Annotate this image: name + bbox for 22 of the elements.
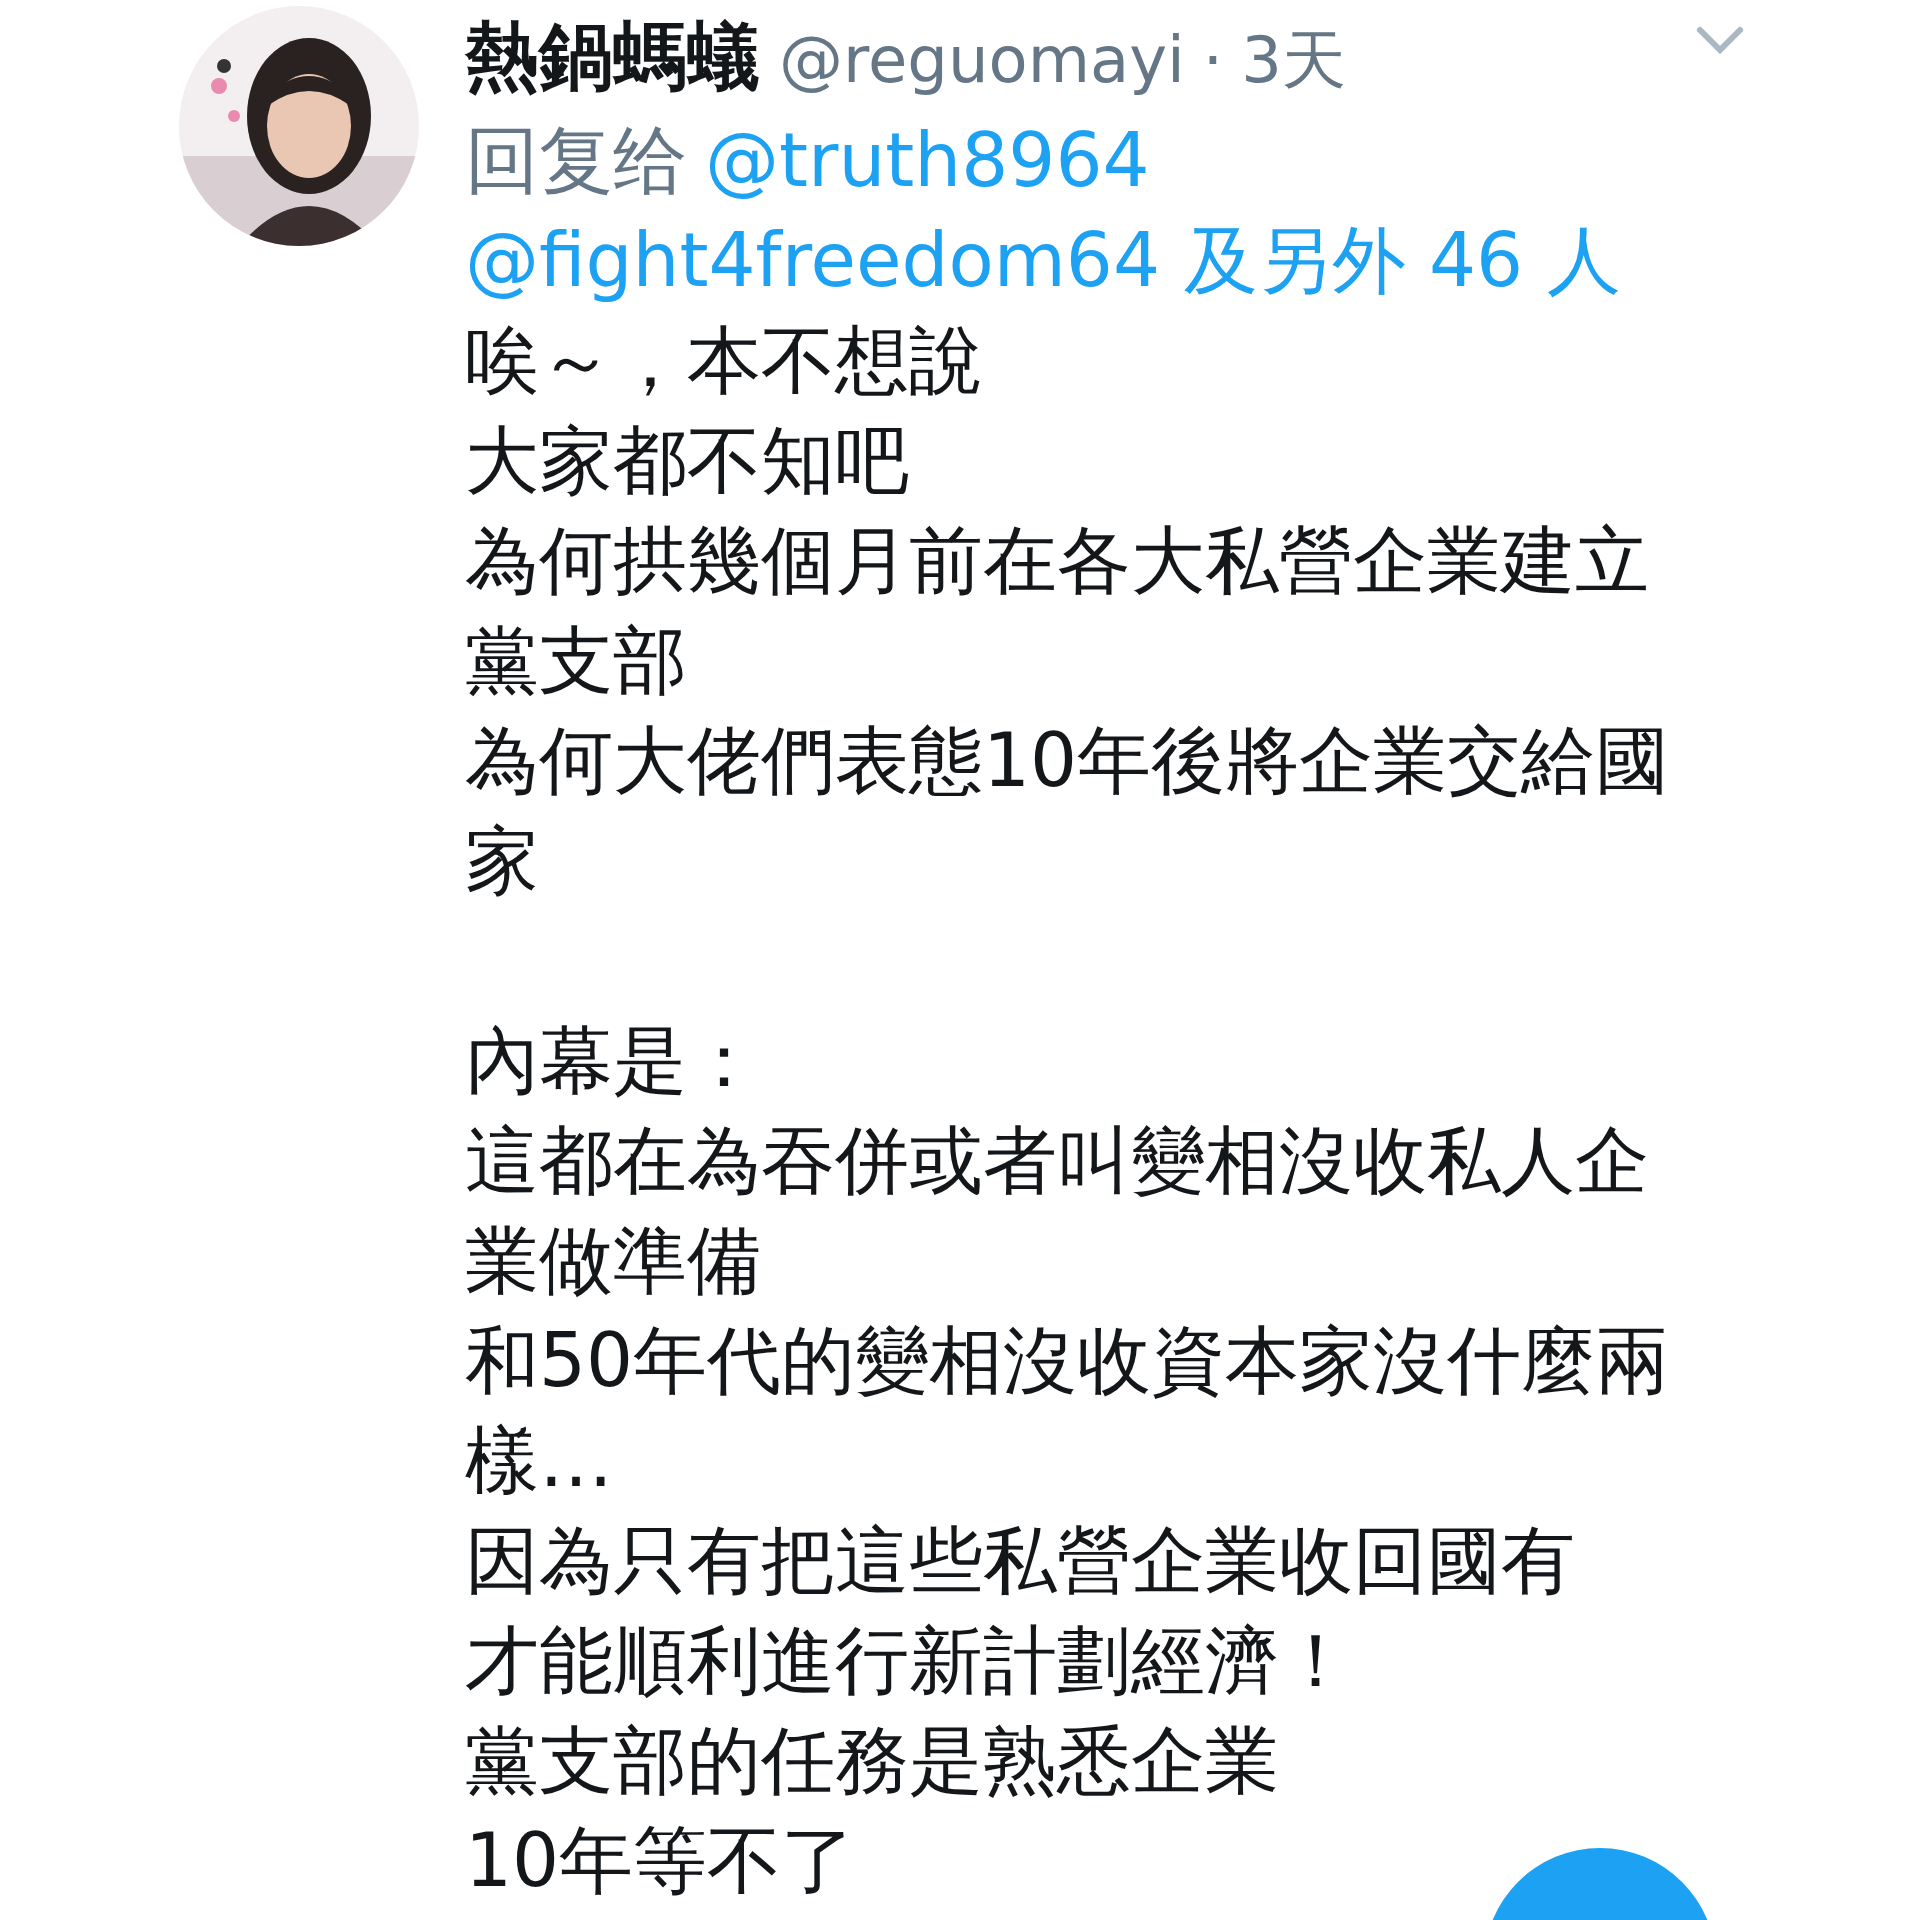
tweet-text-line: 黨支部 [465,616,687,705]
reply-label: 回复给 [465,116,687,205]
user-name[interactable]: 熱鍋螞蟻 [465,6,761,106]
tweet-text-line: 10年等不了 [465,1816,856,1905]
tweet-text-line: 因為只有把這些私營企業收回國有 [465,1516,1575,1605]
timestamp: 3天 [1241,22,1346,99]
tweet-text-line: 為何拱幾個月前在各大私營企業建立 [465,516,1649,605]
mention-link[interactable]: @fight4freedom64 及另外 46 人 [465,210,1621,310]
tweet-text-line: 內幕是： [465,1016,761,1105]
mention-link[interactable]: @truth8964 [705,110,1150,210]
tweet-text-line: 樣… [465,1416,613,1505]
user-handle[interactable]: @reguomayi [779,10,1185,110]
tweet-text-line: 為何大佬們表態10年後將企業交給國 [465,716,1670,805]
tweet-text-line: 和50年代的變相沒收資本家沒什麼兩 [465,1316,1670,1405]
tweet-text-line: 黨支部的任務是熟悉企業 [465,1716,1279,1805]
tweet-text-line: 唉～，本不想說 [465,316,983,405]
separator: · [1202,22,1224,99]
tweet-text-line: 家 [465,816,539,905]
tweet-text-line: 業做準備 [465,1216,761,1305]
tweet-text-line: 大家都不知吧 [465,416,909,505]
tweet-text-line: 才能順利進行新計劃經濟！ [465,1616,1353,1705]
tweet-text-line: 這都在為吞併或者叫變相沒收私人企 [465,1116,1649,1205]
